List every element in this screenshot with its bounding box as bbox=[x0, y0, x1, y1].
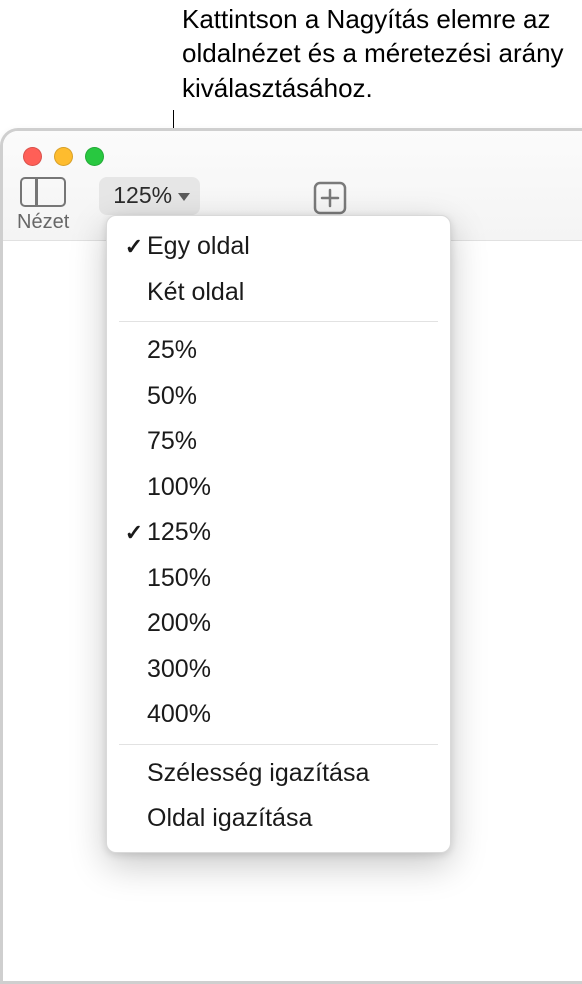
menu-separator bbox=[119, 744, 438, 745]
sidebar-icon bbox=[20, 177, 66, 207]
menu-item-zoom-100[interactable]: 100% bbox=[107, 465, 450, 511]
zoom-window-button[interactable] bbox=[85, 147, 104, 166]
zoom-toolbar-item[interactable]: 125% bbox=[99, 177, 200, 215]
plus-in-square-icon bbox=[313, 181, 347, 215]
chevron-down-icon bbox=[178, 193, 190, 201]
menu-item-zoom-50[interactable]: 50% bbox=[107, 374, 450, 420]
checkmark-icon: ✓ bbox=[121, 516, 147, 549]
menu-item-label: Két oldal bbox=[147, 274, 244, 312]
menu-item-label: 25% bbox=[147, 332, 197, 370]
menu-item-label: 75% bbox=[147, 423, 197, 461]
menu-item-fit-page[interactable]: Oldal igazítása bbox=[107, 796, 450, 842]
menu-item-label: 300% bbox=[147, 651, 211, 689]
view-toolbar-label: Nézet bbox=[17, 211, 69, 234]
menu-item-label: 50% bbox=[147, 378, 197, 416]
window-controls bbox=[23, 147, 104, 166]
menu-item-label: Szélesség igazítása bbox=[147, 755, 369, 793]
callout-text: Kattintson a Nagyítás elemre az oldalnéz… bbox=[182, 2, 580, 105]
menu-item-zoom-125[interactable]: ✓ 125% bbox=[107, 510, 450, 556]
zoom-dropdown-button[interactable]: 125% bbox=[99, 177, 200, 215]
checkmark-icon: ✓ bbox=[121, 230, 147, 263]
menu-item-label: 100% bbox=[147, 469, 211, 507]
menu-item-fit-width[interactable]: Szélesség igazítása bbox=[107, 751, 450, 797]
close-window-button[interactable] bbox=[23, 147, 42, 166]
menu-item-zoom-300[interactable]: 300% bbox=[107, 647, 450, 693]
menu-item-zoom-75[interactable]: 75% bbox=[107, 419, 450, 465]
view-toolbar-item[interactable]: Nézet bbox=[17, 177, 69, 234]
menu-item-label: 400% bbox=[147, 696, 211, 734]
menu-item-zoom-25[interactable]: 25% bbox=[107, 328, 450, 374]
zoom-dropdown-menu: ✓ Egy oldal Két oldal 25% 50% 75% 100% ✓… bbox=[106, 215, 451, 853]
menu-item-zoom-200[interactable]: 200% bbox=[107, 601, 450, 647]
menu-item-label: 200% bbox=[147, 605, 211, 643]
menu-item-zoom-150[interactable]: 150% bbox=[107, 556, 450, 602]
add-button[interactable] bbox=[313, 181, 347, 215]
menu-separator bbox=[119, 321, 438, 322]
menu-item-two-pages[interactable]: Két oldal bbox=[107, 270, 450, 316]
menu-item-label: Oldal igazítása bbox=[147, 800, 312, 838]
menu-item-zoom-400[interactable]: 400% bbox=[107, 692, 450, 738]
menu-item-label: 125% bbox=[147, 514, 211, 552]
minimize-window-button[interactable] bbox=[54, 147, 73, 166]
menu-item-label: Egy oldal bbox=[147, 228, 250, 266]
menu-item-one-page[interactable]: ✓ Egy oldal bbox=[107, 224, 450, 270]
menu-item-label: 150% bbox=[147, 560, 211, 598]
zoom-value-label: 125% bbox=[113, 182, 172, 209]
